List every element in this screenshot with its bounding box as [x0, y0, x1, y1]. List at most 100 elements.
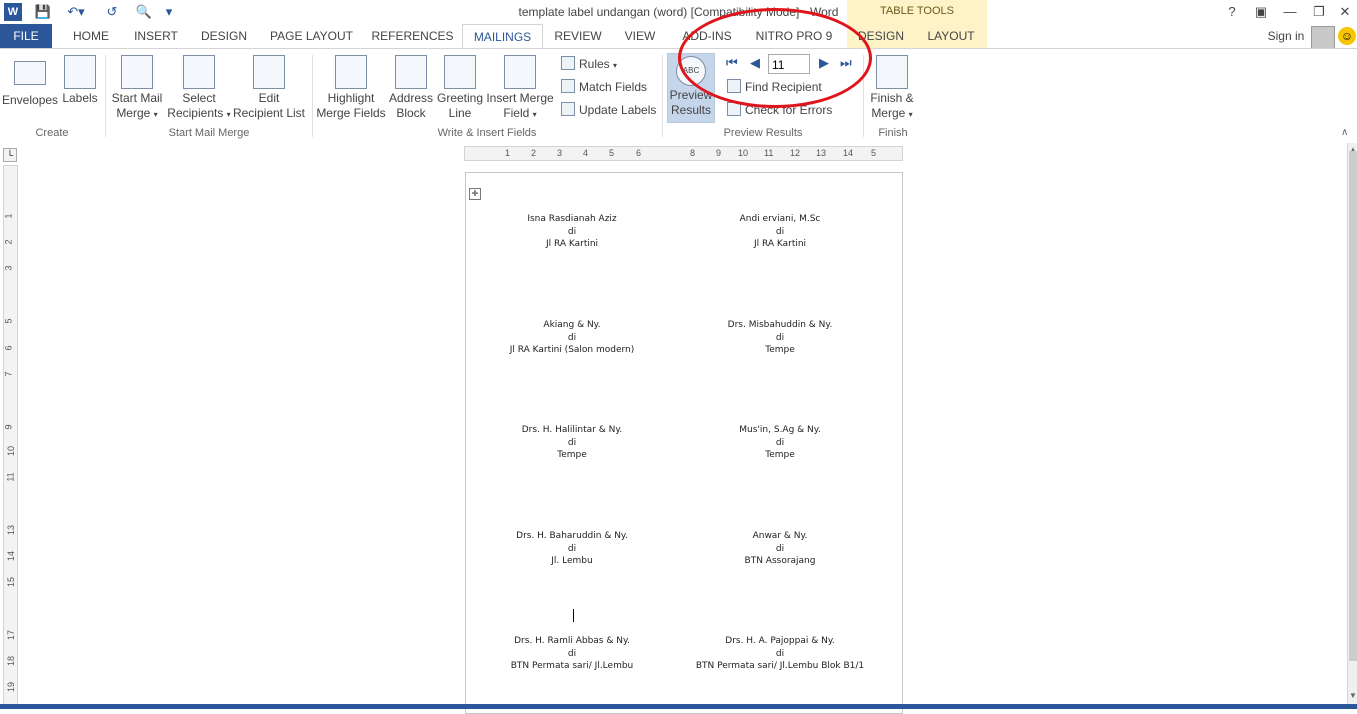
- write-insert-group-label: Write & Insert Fields: [437, 127, 537, 139]
- label-cell[interactable]: Anwar & Ny. di BTN Assorajang: [680, 530, 880, 568]
- scroll-down-icon[interactable]: ▼: [1349, 691, 1357, 700]
- tab-page-layout[interactable]: PAGE LAYOUT: [264, 24, 359, 48]
- title-bar: W 💾 ↶▾ ↺ 🔍 ▾ template label undangan (wo…: [0, 0, 1357, 24]
- label-cell[interactable]: Drs. H. Ramli Abbas & Ny. di BTN Permata…: [472, 635, 672, 673]
- label-name: Drs. Misbahuddin & Ny.: [727, 320, 833, 330]
- ruler-tick: 14: [843, 148, 854, 158]
- edit-recipient-list-button[interactable]: Edit Recipient List: [232, 55, 306, 121]
- label-di: di: [567, 437, 577, 448]
- tab-file[interactable]: FILE: [0, 24, 52, 48]
- sign-in-link[interactable]: Sign in: [1258, 24, 1314, 48]
- label-cell[interactable]: Isna Rasdianah Aziz di Jl RA Kartini: [472, 213, 672, 251]
- vertical-ruler[interactable]: 1 2 3 5 6 7 9 10 11 13 14 15 17 18 19: [3, 165, 18, 707]
- tab-home[interactable]: HOME: [62, 24, 120, 48]
- insert-merge-field-button[interactable]: Insert Merge Field ▾: [485, 55, 555, 122]
- edit-recipient-line1: Edit: [258, 91, 280, 105]
- greeting-line-button[interactable]: Greeting Line: [436, 55, 484, 121]
- help-button[interactable]: ?: [1221, 2, 1243, 22]
- ribbon-display-icon[interactable]: ▣: [1250, 2, 1272, 22]
- envelope-icon: [14, 61, 46, 85]
- ruler-tick: 9: [716, 148, 722, 158]
- close-icon[interactable]: ✕: [1334, 2, 1356, 22]
- label-name: Drs. H. A. Pajoppai & Ny.: [725, 636, 835, 646]
- minimize-icon[interactable]: —: [1279, 2, 1301, 22]
- dropdown-arrow-icon: ▾: [153, 110, 158, 119]
- labels-button[interactable]: Labels: [60, 55, 100, 106]
- start-mail-merge-button[interactable]: Start Mail Merge ▾: [108, 55, 166, 122]
- smiley-feedback-icon[interactable]: ☺: [1338, 27, 1356, 45]
- label-name: Drs. H. Baharuddin & Ny.: [516, 531, 628, 541]
- ruler-tick: 6: [3, 345, 14, 351]
- document-page[interactable]: ✛ Isna Rasdianah Aziz di Jl RA Kartini A…: [465, 172, 903, 714]
- rules-button[interactable]: Rules ▾: [561, 56, 617, 74]
- ruler-tick: 18: [6, 655, 17, 667]
- ruler-tick: 5: [3, 318, 14, 324]
- restore-icon[interactable]: ❐: [1308, 2, 1330, 22]
- label-name: Drs. H. Halilintar & Ny.: [521, 425, 623, 435]
- tab-insert[interactable]: INSERT: [128, 24, 184, 48]
- user-avatar[interactable]: [1311, 26, 1335, 50]
- label-address: Jl RA Kartini (Salon modern): [509, 345, 635, 355]
- start-mail-merge-line1: Start Mail: [111, 91, 163, 105]
- update-labels-button[interactable]: Update Labels: [561, 102, 656, 118]
- rules-icon: [561, 56, 575, 70]
- ruler-tick: 3: [557, 148, 563, 158]
- labels-icon: [64, 55, 96, 89]
- label-name: Drs. H. Ramli Abbas & Ny.: [514, 636, 630, 646]
- ruler-tick: 13: [816, 148, 827, 158]
- collapse-ribbon-icon[interactable]: ∧: [1341, 127, 1348, 138]
- tab-mailings[interactable]: MAILINGS: [462, 24, 543, 49]
- vertical-scrollbar[interactable]: ▲ ▼: [1347, 143, 1357, 704]
- label-name: Mus'in, S.Ag & Ny.: [739, 425, 821, 435]
- match-fields-button[interactable]: Match Fields: [561, 79, 647, 95]
- ruler-tick: 10: [6, 445, 17, 457]
- address-block-button[interactable]: Address Block: [387, 55, 435, 121]
- label-cell[interactable]: Andi erviani, M.Sc di Jl RA Kartini: [680, 213, 880, 251]
- preview-results-group-label: Preview Results: [723, 127, 803, 139]
- tab-references[interactable]: REFERENCES: [370, 24, 455, 48]
- label-cell[interactable]: Drs. Misbahuddin & Ny. di Tempe: [680, 319, 880, 357]
- label-di: di: [567, 543, 577, 554]
- ruler-tick: 19: [6, 681, 17, 693]
- ruler-tick: 11: [764, 148, 774, 158]
- label-cell[interactable]: Drs. H. Halilintar & Ny. di Tempe: [472, 424, 672, 462]
- ruler-tick: 17: [6, 629, 17, 641]
- select-recipients-button[interactable]: Select Recipients ▾: [166, 55, 232, 122]
- table-move-handle-icon[interactable]: ✛: [469, 188, 481, 200]
- label-cell[interactable]: Drs. H. Baharuddin & Ny. di Jl. Lembu: [472, 530, 672, 568]
- window-title: template label undangan (word) [Compatib…: [518, 5, 839, 19]
- select-recipients-line2: Recipients: [167, 106, 224, 120]
- label-di: di: [567, 648, 577, 659]
- mail-merge-document-icon: [121, 55, 153, 89]
- label-di: di: [567, 332, 577, 343]
- highlight-merge-fields-button[interactable]: Highlight Merge Fields: [316, 55, 386, 121]
- label-address: Tempe: [765, 450, 795, 460]
- update-labels-icon: [561, 102, 575, 116]
- scrollbar-thumb[interactable]: [1349, 151, 1357, 661]
- highlight-line2: Merge Fields: [316, 106, 386, 120]
- label-cell[interactable]: Akiang & Ny. di Jl RA Kartini (Salon mod…: [472, 319, 672, 357]
- address-line2: Block: [396, 106, 426, 120]
- address-block-icon: [395, 55, 427, 89]
- create-group-label: Create: [35, 127, 69, 139]
- dropdown-arrow-icon: ▾: [532, 110, 537, 119]
- label-cell[interactable]: Mus'in, S.Ag & Ny. di Tempe: [680, 424, 880, 462]
- tab-design[interactable]: DESIGN: [194, 24, 254, 48]
- ruler-tick: 14: [6, 550, 17, 562]
- tab-selector-icon[interactable]: └: [3, 148, 17, 162]
- label-cell[interactable]: Drs. H. A. Pajoppai & Ny. di BTN Permata…: [680, 635, 880, 673]
- status-bar: [0, 704, 1357, 709]
- envelopes-button[interactable]: Envelopes: [2, 55, 58, 108]
- ruler-tick: 10: [738, 148, 749, 158]
- finish-merge-button[interactable]: Finish & Merge ▾: [866, 55, 918, 122]
- label-di: di: [567, 226, 577, 237]
- edit-recipient-line2: Recipient List: [232, 106, 306, 120]
- highlight-line1: Highlight: [327, 91, 375, 105]
- tab-review[interactable]: REVIEW: [550, 24, 606, 48]
- label-di: di: [775, 437, 785, 448]
- ribbon-tabs: FILE HOME INSERT DESIGN PAGE LAYOUT REFE…: [0, 24, 1357, 50]
- tab-table-layout[interactable]: LAYOUT: [920, 24, 982, 48]
- label-address: Tempe: [765, 345, 795, 355]
- horizontal-ruler[interactable]: 1 2 3 4 5 6 8 9 10 11 12 13 14 5: [464, 146, 903, 161]
- tab-view[interactable]: VIEW: [614, 24, 666, 48]
